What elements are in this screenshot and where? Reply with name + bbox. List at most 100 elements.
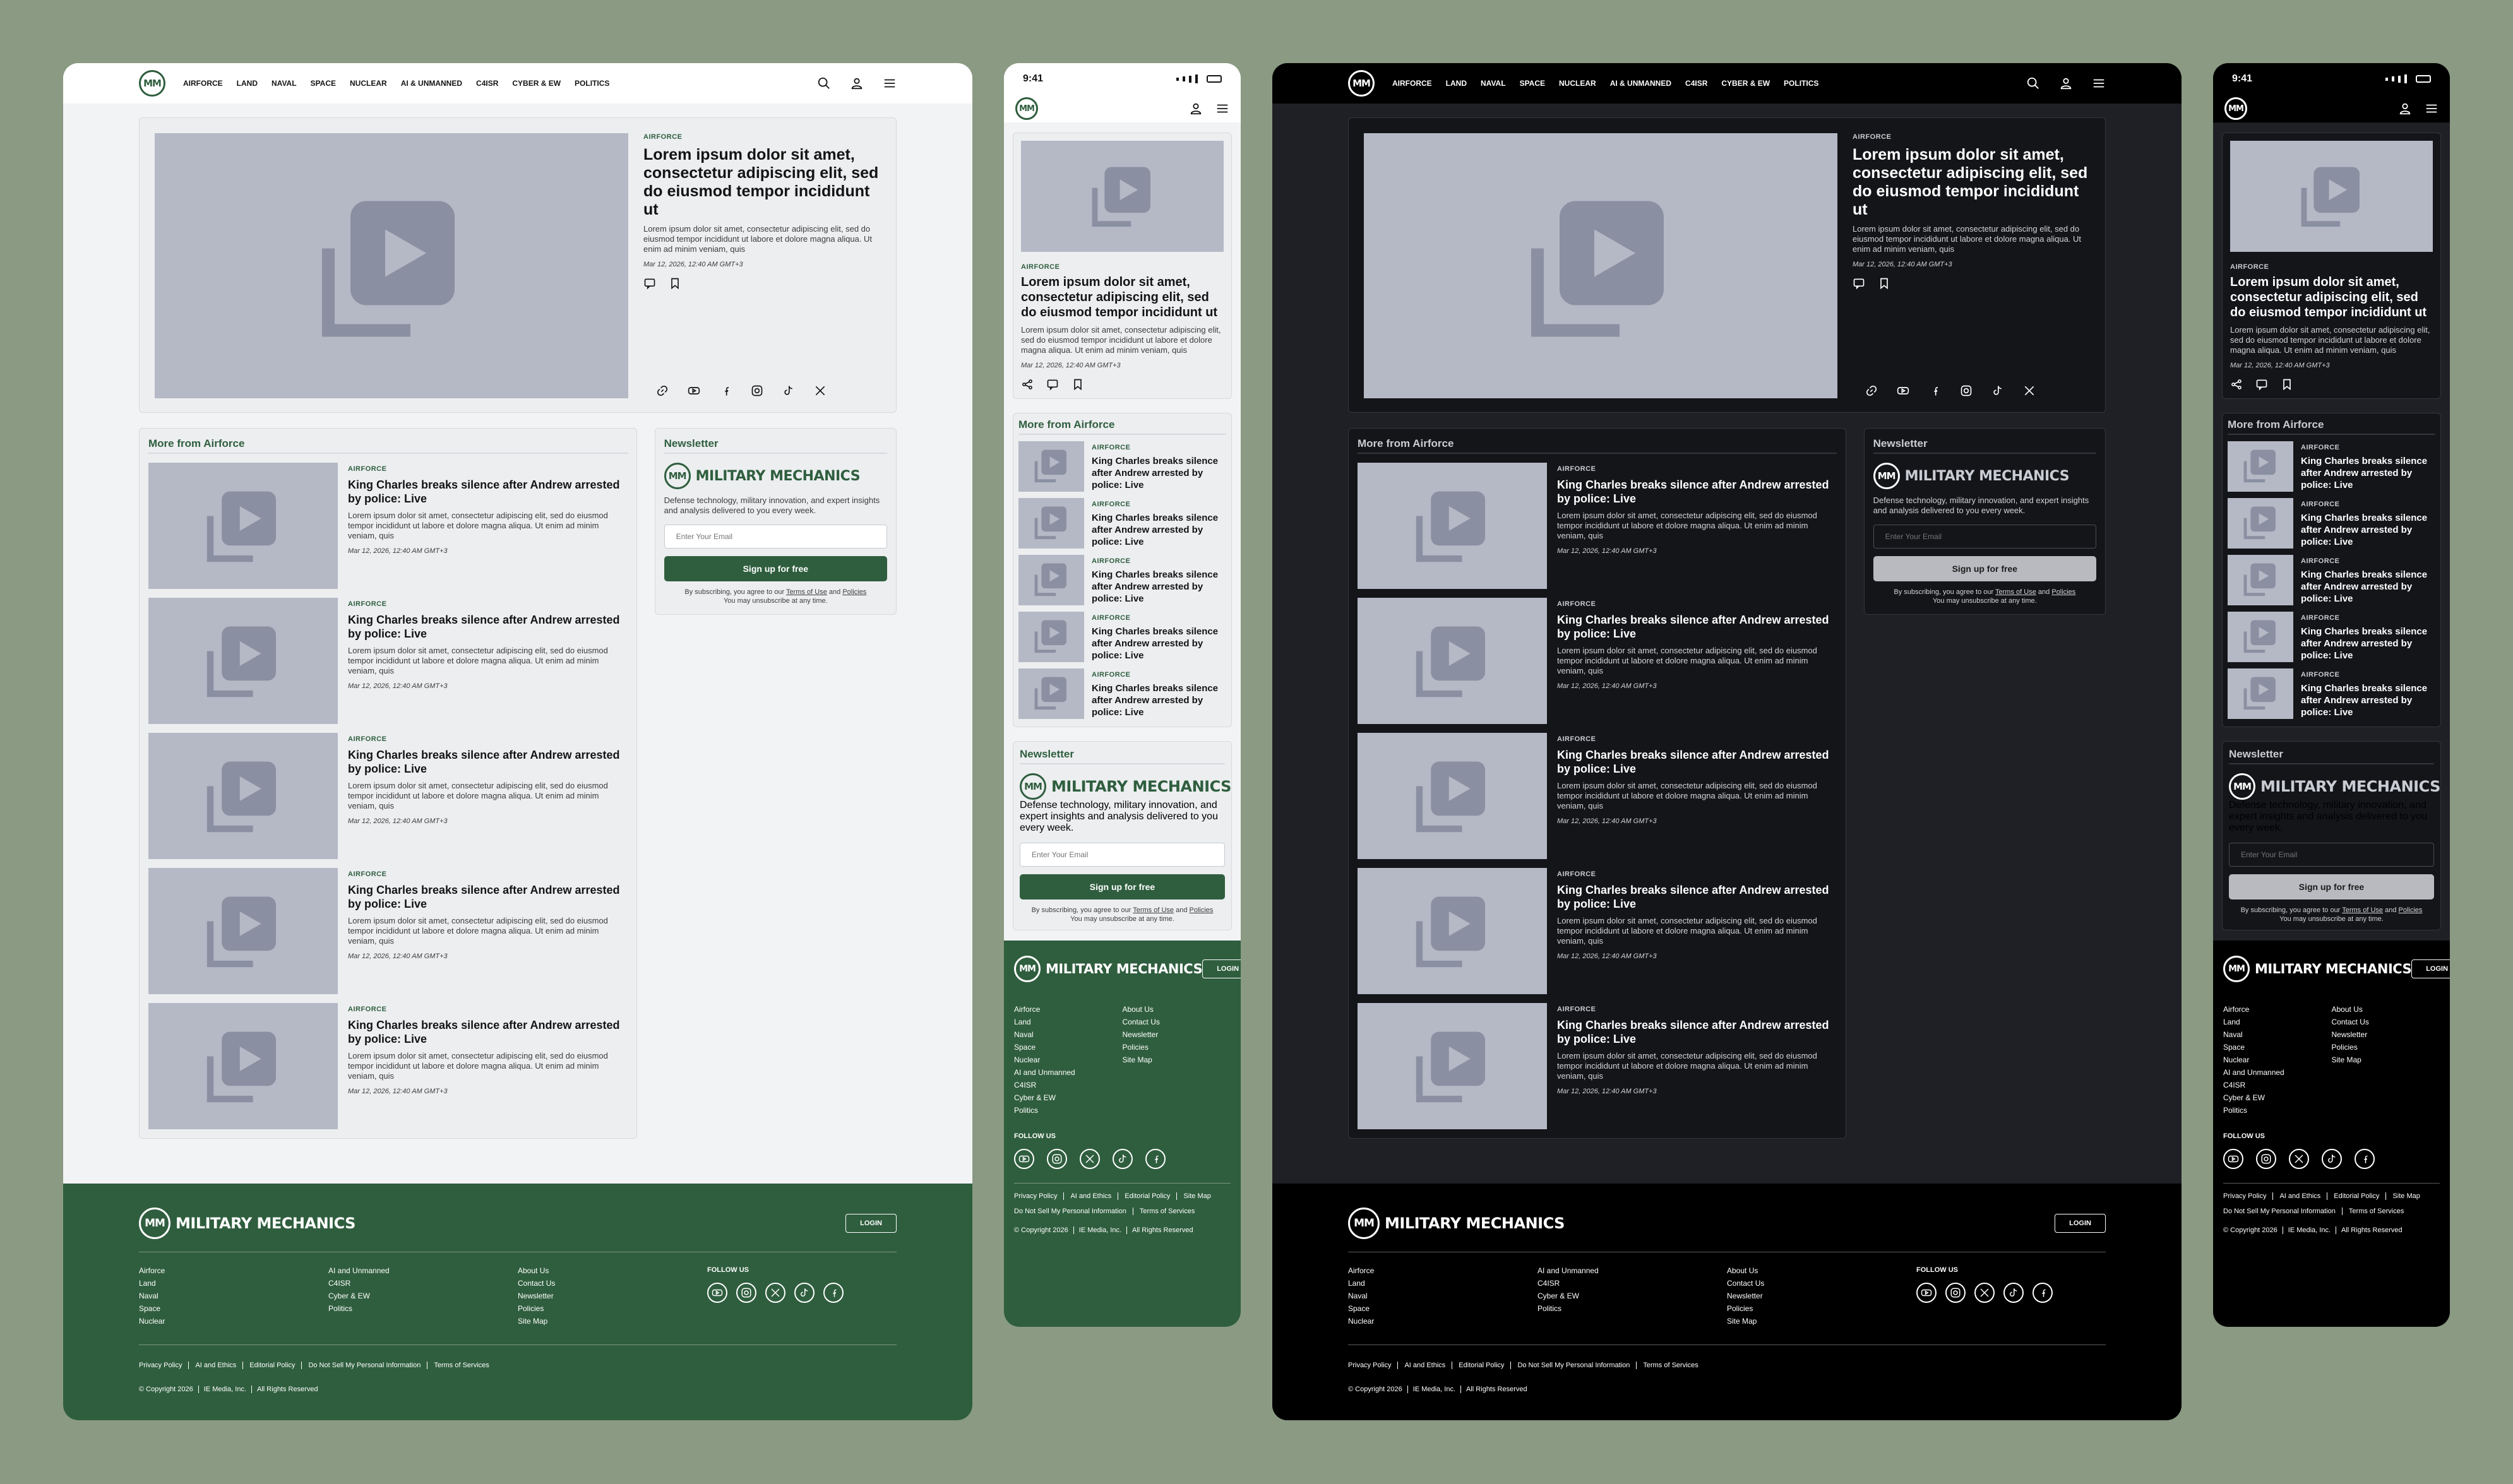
legal-link[interactable]: AI and Ethics	[1063, 1192, 1118, 1200]
signup-button[interactable]: Sign up for free	[664, 556, 887, 581]
footer-link[interactable]: Naval	[139, 1291, 328, 1300]
footer-link[interactable]: Contact Us	[2332, 1018, 2440, 1026]
legal-link[interactable]: Editorial Policy	[1118, 1192, 1176, 1200]
terms-link[interactable]: Terms of Use	[1995, 588, 2036, 596]
legal-link[interactable]: Editorial Policy	[242, 1362, 301, 1369]
article-tag[interactable]: AIRFORCE	[348, 465, 386, 473]
hero-article[interactable]: AIRFORCE Lorem ipsum dolor sit amet, con…	[2222, 133, 2441, 399]
hero-tag[interactable]: AIRFORCE	[643, 133, 881, 141]
x-icon[interactable]	[2289, 1149, 2309, 1169]
signup-button[interactable]: Sign up for free	[2229, 874, 2434, 899]
article-title[interactable]: King Charles breaks silence after Andrew…	[348, 613, 628, 641]
article-title[interactable]: King Charles breaks silence after Andrew…	[348, 478, 628, 506]
footer-link[interactable]: C4ISR	[1014, 1081, 1123, 1089]
list-item[interactable]: AIRFORCE King Charles breaks silence afte…	[2228, 441, 2435, 492]
menu-icon[interactable]	[1215, 102, 1229, 116]
footer-link[interactable]: Land	[139, 1279, 328, 1288]
footer-link[interactable]: Airforce	[139, 1266, 328, 1275]
menu-icon[interactable]	[883, 76, 897, 90]
youtube-icon[interactable]	[2223, 1149, 2243, 1169]
footer-link[interactable]: Nuclear	[1348, 1317, 1537, 1326]
article-title[interactable]: King Charles breaks silence after Andrew…	[1092, 682, 1226, 718]
email-input[interactable]	[1020, 843, 1225, 867]
article-title[interactable]: King Charles breaks silence after Andrew…	[1557, 748, 1837, 776]
footer-link[interactable]: Cyber & EW	[1537, 1291, 1727, 1300]
legal-link[interactable]: Do Not Sell My Personal Information	[1510, 1362, 1636, 1369]
list-item[interactable]: AIRFORCE King Charles breaks silence afte…	[1018, 498, 1226, 549]
article-tag[interactable]: AIRFORCE	[1557, 735, 1596, 743]
signup-button[interactable]: Sign up for free	[1020, 874, 1225, 899]
article-thumbnail[interactable]	[2228, 498, 2293, 549]
instagram-icon[interactable]	[751, 384, 763, 397]
legal-link[interactable]: Terms of Services	[1636, 1362, 1704, 1369]
footer-link[interactable]: Airforce	[1348, 1266, 1537, 1275]
footer-link[interactable]: Newsletter	[1727, 1291, 1916, 1300]
nav-link-airforce[interactable]: AIRFORCE	[183, 79, 223, 88]
legal-link[interactable]: Privacy Policy	[139, 1362, 188, 1369]
list-item[interactable]: AIRFORCE King Charles breaks silence aft…	[1358, 463, 1837, 589]
legal-link[interactable]: AI and Ethics	[1397, 1362, 1452, 1369]
footer-brand[interactable]: MM MILITARY MECHANICS	[1014, 956, 1203, 982]
youtube-icon[interactable]	[688, 384, 700, 397]
user-icon[interactable]	[850, 76, 864, 90]
nav-link-naval[interactable]: NAVAL	[272, 79, 297, 88]
article-thumbnail[interactable]	[1358, 463, 1547, 589]
nav-link-nuclear[interactable]: NUCLEAR	[350, 79, 387, 88]
footer-link[interactable]: About Us	[2332, 1005, 2440, 1014]
legal-link[interactable]: Do Not Sell My Personal Information	[301, 1362, 427, 1369]
youtube-icon[interactable]	[1897, 384, 1909, 397]
facebook-icon[interactable]	[719, 384, 732, 397]
footer-link[interactable]: AI and Unmanned	[1537, 1266, 1727, 1275]
nav-link-ai-unmanned[interactable]: AI & UNMANNED	[1610, 79, 1671, 88]
site-logo[interactable]: MM	[1348, 70, 1375, 97]
login-button[interactable]: LOGIN	[845, 1214, 897, 1233]
article-title[interactable]: King Charles breaks silence after Andrew…	[2301, 626, 2435, 662]
list-item[interactable]: AIRFORCE King Charles breaks silence afte…	[2228, 668, 2435, 719]
article-title[interactable]: King Charles breaks silence after Andrew…	[2301, 682, 2435, 718]
legal-link[interactable]: Privacy Policy	[2223, 1192, 2272, 1200]
policies-link[interactable]: Policies	[2399, 906, 2423, 914]
article-tag[interactable]: AIRFORCE	[2301, 671, 2339, 679]
hero-title[interactable]: Lorem ipsum dolor sit amet, consectetur …	[1021, 275, 1224, 320]
footer-link[interactable]: About Us	[1727, 1266, 1916, 1275]
article-thumbnail[interactable]	[148, 1003, 338, 1129]
legal-link[interactable]: Terms of Services	[427, 1362, 495, 1369]
legal-link[interactable]: Editorial Policy	[2327, 1192, 2385, 1200]
article-tag[interactable]: AIRFORCE	[2301, 557, 2339, 565]
link-icon[interactable]	[656, 384, 669, 397]
footer-link[interactable]: About Us	[518, 1266, 707, 1275]
list-item[interactable]: AIRFORCE King Charles breaks silence aft…	[1358, 598, 1837, 724]
article-thumbnail[interactable]	[1018, 668, 1084, 719]
x-icon[interactable]	[1974, 1283, 1995, 1303]
share-icon[interactable]	[2230, 378, 2243, 391]
user-icon[interactable]	[2398, 102, 2412, 116]
article-thumbnail[interactable]	[1018, 555, 1084, 605]
footer-link[interactable]: Land	[1348, 1279, 1537, 1288]
hero-video-placeholder[interactable]	[2230, 141, 2433, 252]
user-icon[interactable]	[1189, 102, 1203, 116]
article-tag[interactable]: AIRFORCE	[1557, 600, 1596, 608]
article-tag[interactable]: AIRFORCE	[2301, 444, 2339, 451]
footer-link[interactable]: Politics	[328, 1304, 518, 1313]
list-item[interactable]: AIRFORCE King Charles breaks silence afte…	[2228, 612, 2435, 662]
email-input[interactable]	[1873, 525, 2096, 549]
legal-link[interactable]: Terms of Services	[1132, 1208, 1201, 1215]
x-icon[interactable]	[814, 384, 827, 397]
article-tag[interactable]: AIRFORCE	[2301, 614, 2339, 622]
footer-link[interactable]: AI and Unmanned	[328, 1266, 518, 1275]
footer-link[interactable]: C4ISR	[1537, 1279, 1727, 1288]
facebook-icon[interactable]	[2355, 1149, 2375, 1169]
x-icon[interactable]	[765, 1283, 785, 1303]
tiktok-icon[interactable]	[1991, 384, 2004, 397]
footer-link[interactable]: Airforce	[2223, 1005, 2332, 1014]
article-title[interactable]: King Charles breaks silence after Andrew…	[348, 748, 628, 776]
footer-link[interactable]: Policies	[1123, 1043, 1231, 1052]
legal-link[interactable]: Do Not Sell My Personal Information	[2223, 1208, 2342, 1215]
footer-link[interactable]: Site Map	[1123, 1055, 1231, 1064]
footer-brand[interactable]: MM MILITARY MECHANICS	[1348, 1208, 1565, 1239]
login-button[interactable]: LOGIN	[2411, 959, 2450, 978]
article-tag[interactable]: AIRFORCE	[348, 600, 386, 608]
article-thumbnail[interactable]	[2228, 441, 2293, 492]
footer-link[interactable]: Nuclear	[2223, 1055, 2332, 1064]
x-icon[interactable]	[1080, 1149, 1100, 1169]
